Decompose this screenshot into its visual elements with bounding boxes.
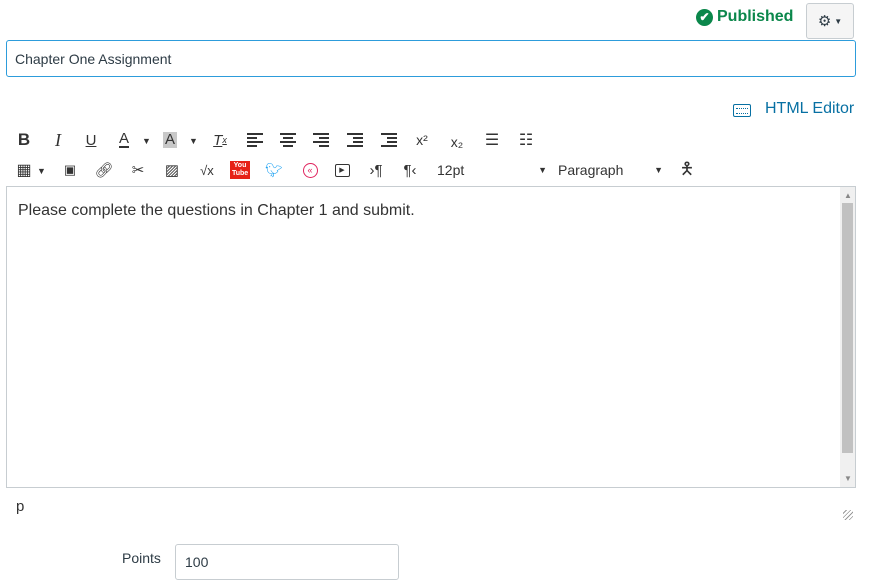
scroll-up-icon[interactable]: ▲: [844, 191, 852, 200]
font-color-caret-icon[interactable]: ▼: [142, 136, 151, 146]
unlink-button[interactable]: ✂: [128, 159, 148, 181]
outdent-button[interactable]: [346, 129, 364, 151]
font-size-caret-icon: ▼: [538, 165, 547, 175]
scroll-down-icon[interactable]: ▼: [844, 474, 852, 483]
settings-menu-button[interactable]: ⚙ ▼: [806, 3, 854, 39]
element-path: p: [16, 498, 25, 515]
table-button[interactable]: ▦: [13, 159, 35, 181]
table-caret-icon[interactable]: ▼: [37, 166, 46, 176]
block-format-caret-icon: ▼: [654, 165, 663, 175]
indent-icon: [381, 133, 397, 147]
assignment-title-input[interactable]: [6, 40, 856, 77]
background-color-button[interactable]: A: [161, 129, 179, 151]
outdent-icon: [347, 133, 363, 147]
align-left-button[interactable]: [246, 129, 264, 151]
clear-formatting-button[interactable]: Tx: [211, 129, 229, 151]
html-editor-toggle[interactable]: HTML Editor: [733, 100, 854, 118]
clear-formatting-icon: T: [213, 131, 223, 149]
youtube-button[interactable]: You Tube: [229, 159, 251, 181]
circle-chevron-icon: «: [302, 162, 318, 178]
indent-button[interactable]: [380, 129, 398, 151]
numbered-list-button[interactable]: ☷: [516, 129, 536, 151]
caret-down-icon: ▼: [834, 16, 843, 26]
subscript-button[interactable]: x₂: [447, 131, 467, 153]
align-center-button[interactable]: [279, 129, 297, 151]
align-left-icon: [247, 133, 263, 147]
unlink-icon: ✂: [131, 162, 145, 179]
play-box-icon: ▶: [334, 163, 350, 177]
resize-handle-icon[interactable]: [843, 510, 853, 520]
twitter-button[interactable]: 🐦︎: [264, 159, 284, 181]
check-circle-icon: ✔: [696, 8, 713, 26]
paragraph-ltr-icon: ›¶: [369, 161, 383, 179]
editor-scroll-thumb[interactable]: [842, 203, 853, 453]
accessibility-icon: 🯅: [679, 158, 695, 178]
bullet-list-button[interactable]: ☰: [482, 129, 502, 151]
table-icon: ▦: [16, 162, 32, 179]
image-icon: ▨: [164, 162, 180, 179]
image-button[interactable]: ▨: [162, 159, 182, 181]
ltr-button[interactable]: ›¶: [366, 159, 386, 181]
numbered-list-icon: ☷: [518, 132, 534, 149]
font-size-select[interactable]: 12pt ▼: [437, 159, 547, 181]
block-format-select[interactable]: Paragraph ▼: [558, 159, 663, 181]
superscript-button[interactable]: x²: [412, 129, 432, 151]
align-right-button[interactable]: [312, 129, 330, 151]
lti-tool-button[interactable]: «: [300, 159, 320, 181]
rich-content-editor[interactable]: [6, 186, 856, 488]
points-label: Points: [122, 550, 161, 566]
link-button[interactable]: 🔗︎: [94, 159, 114, 181]
editor-content[interactable]: Please complete the questions in Chapter…: [18, 202, 415, 220]
font-color-button[interactable]: A: [115, 129, 133, 151]
align-right-icon: [313, 133, 329, 147]
italic-button[interactable]: I: [50, 129, 66, 151]
media-player-button[interactable]: ▶: [332, 159, 352, 181]
accessibility-checker-button[interactable]: 🯅: [677, 159, 697, 181]
gear-icon: ⚙: [817, 13, 832, 30]
published-label: Published: [717, 8, 794, 25]
background-color-caret-icon[interactable]: ▼: [189, 136, 198, 146]
film-icon: ▣: [63, 162, 77, 177]
align-center-icon: [280, 133, 296, 147]
rtl-button[interactable]: ¶‹: [400, 159, 420, 181]
link-icon: 🔗︎: [94, 162, 114, 179]
paragraph-rtl-icon: ¶‹: [403, 161, 417, 179]
html-editor-label: HTML Editor: [765, 100, 855, 117]
published-status[interactable]: ✔ Published: [696, 8, 793, 26]
twitter-bird-icon: 🐦︎: [265, 161, 283, 178]
youtube-icon: You Tube: [230, 161, 250, 179]
underline-button[interactable]: U: [83, 129, 99, 151]
equation-button[interactable]: √x: [196, 159, 218, 181]
bullet-list-icon: ☰: [484, 132, 500, 149]
keyboard-icon: [733, 104, 751, 117]
bold-button[interactable]: B: [15, 129, 33, 151]
points-input[interactable]: [175, 544, 399, 580]
media-button[interactable]: ▣: [60, 159, 80, 181]
